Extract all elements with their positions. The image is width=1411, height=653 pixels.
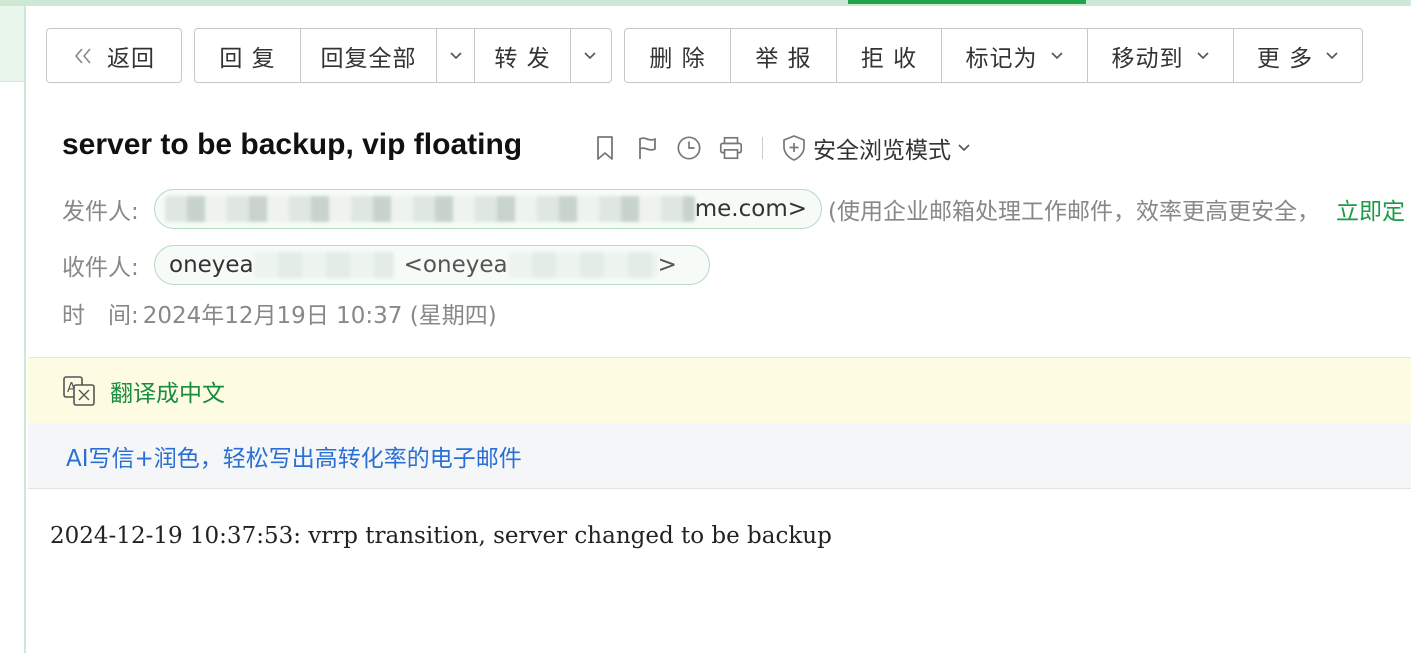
translate-icon: A	[63, 375, 95, 406]
mail-body-text: 2024-12-19 10:37:53: vrrp transition, se…	[50, 523, 832, 549]
left-sidebar-strip	[0, 6, 26, 653]
safe-mode-toggle[interactable]: 安全浏览模式	[781, 131, 971, 165]
forward-label: 转 发	[494, 45, 551, 72]
delete-label: 删 除	[649, 45, 706, 72]
more-label: 更 多	[1256, 45, 1314, 72]
back-button[interactable]: 返回	[47, 29, 181, 82]
more-button[interactable]: 更 多	[1234, 29, 1362, 82]
redacted-recipient-email	[507, 252, 658, 278]
mark-as-button[interactable]: 标记为	[942, 29, 1088, 82]
subject-actions: 安全浏览模式	[584, 130, 971, 166]
forward-button[interactable]: 转 发	[475, 29, 571, 82]
divider	[762, 137, 763, 159]
redacted-sender	[165, 196, 695, 222]
sidebar-top-block	[0, 6, 24, 82]
to-email-close: >	[657, 252, 677, 278]
time-row: 时 间: 2024年12月19日 10:37 (星期四)	[62, 296, 497, 330]
reply-all-button[interactable]: 回复全部	[301, 29, 437, 82]
time-value: 2024年12月19日 10:37 (星期四)	[142, 303, 497, 329]
double-chevron-left-icon	[74, 47, 91, 64]
reply-all-label: 回复全部	[320, 45, 417, 72]
to-email: <oneyea	[403, 252, 508, 278]
mail-header: server to be backup, vip floating 安全浏览模式	[28, 100, 1411, 357]
reply-button[interactable]: 回 复	[195, 29, 301, 82]
delete-button[interactable]: 删 除	[625, 29, 731, 82]
mark-as-label: 标记为	[965, 45, 1038, 72]
back-label: 返回	[107, 45, 155, 72]
back-group: 返回	[46, 28, 182, 83]
reply-label: 回 复	[219, 45, 276, 72]
translate-bar[interactable]: A 翻译成中文	[28, 357, 1411, 423]
reply-forward-group: 回 复 回复全部 转 发	[194, 28, 612, 83]
flag-icon[interactable]	[626, 130, 668, 166]
from-label: 发件人:	[62, 199, 139, 225]
enterprise-hint-link[interactable]: 立即定	[1336, 199, 1405, 225]
reject-button[interactable]: 拒 收	[837, 29, 942, 82]
to-name: oneyea	[169, 252, 254, 278]
to-address-pill[interactable]: oneyea <oneyea >	[154, 245, 710, 285]
bookmark-icon[interactable]	[584, 130, 626, 166]
translate-label: 翻译成中文	[110, 380, 225, 407]
actions-group: 删 除 举 报 拒 收 标记为 移动到 更 多	[624, 28, 1363, 83]
from-address-pill[interactable]: me.com>	[154, 189, 822, 229]
reject-label: 拒 收	[860, 45, 918, 72]
from-address-suffix: me.com>	[694, 196, 807, 222]
clock-icon[interactable]	[668, 130, 710, 166]
mail-subject: server to be backup, vip floating	[62, 128, 523, 161]
chevron-down-icon	[958, 144, 970, 152]
mail-toolbar: 返回 回 复 回复全部 转 发 删 除 举 报 拒 收 标记为 移动到 更 多	[28, 6, 1411, 100]
report-button[interactable]: 举 报	[731, 29, 837, 82]
active-tab-indicator	[848, 0, 1086, 4]
chevron-down-icon	[1050, 51, 1063, 59]
redacted-recipient-name	[253, 252, 394, 278]
time-label: 时 间:	[62, 303, 139, 329]
enterprise-hint: (使用企业邮箱处理工作邮件，效率更高更安全， 立即定	[828, 192, 1405, 226]
safe-mode-label: 安全浏览模式	[813, 138, 951, 164]
print-icon[interactable]	[710, 130, 752, 166]
chevron-down-icon	[1196, 51, 1209, 59]
ai-promo-bar[interactable]: AI写信+润色，轻松写出高转化率的电子邮件	[28, 423, 1411, 489]
chevron-down-icon	[584, 51, 596, 59]
move-to-label: 移动到	[1111, 45, 1184, 72]
ai-promo-label: AI写信+润色，轻松写出高转化率的电子邮件	[66, 445, 522, 472]
chevron-down-icon	[449, 51, 462, 59]
chevron-down-icon	[1326, 51, 1338, 59]
reply-all-dropdown[interactable]	[437, 29, 475, 82]
move-to-button[interactable]: 移动到	[1088, 29, 1234, 82]
forward-dropdown[interactable]	[571, 29, 609, 82]
shield-icon	[783, 135, 805, 161]
report-label: 举 报	[755, 45, 812, 72]
mail-read-pane: 返回 回 复 回复全部 转 发 删 除 举 报 拒 收 标记为 移动到 更 多 …	[28, 6, 1411, 653]
to-label: 收件人:	[62, 255, 139, 281]
enterprise-hint-text: (使用企业邮箱处理工作邮件，效率更高更安全，	[828, 199, 1320, 225]
